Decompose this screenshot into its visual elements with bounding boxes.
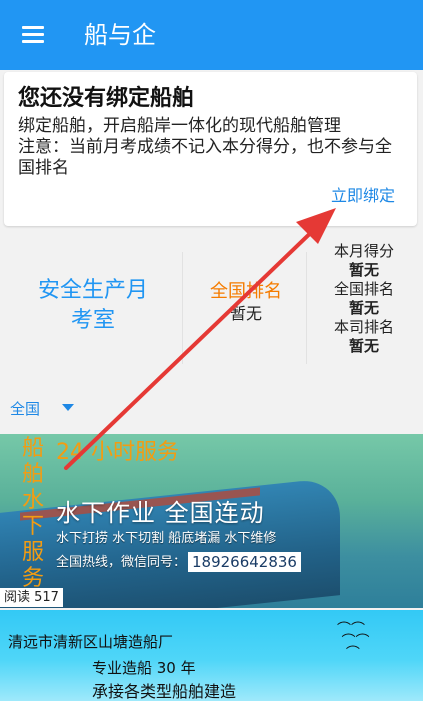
card-title: 您还没有绑定船舶	[18, 86, 195, 111]
divider	[306, 252, 307, 364]
bind-now-link[interactable]: 立即绑定	[331, 182, 395, 206]
shipyard-name: 清远市清新区山塘造船厂	[8, 633, 174, 651]
national-rank-label-2: 全国排名	[333, 280, 394, 298]
app-title: 船与企	[84, 21, 156, 49]
national-rank-value-2: 暂无	[348, 299, 379, 317]
region-filter[interactable]: 全国	[10, 398, 40, 419]
app-bar: 船与企	[0, 0, 423, 70]
shipyard-slogan-2: 承接各类型船舶建造	[92, 682, 237, 701]
national-rank-value: 暂无	[229, 304, 262, 323]
card-description: 绑定船舶，开启船岸一体化的现代船舶管理 注意：当前月考成绩不记入本分得分，也不参…	[18, 116, 392, 178]
banner-phone: 18926642836	[188, 552, 301, 572]
company-rank-value: 暂无	[348, 337, 379, 355]
month-score-label: 本月得分	[333, 242, 394, 260]
birds-decoration: ︵︵ ︵︵ ︵	[337, 612, 370, 652]
score-summary: 本月得分 暂无 全国排名 暂无 本司排名 暂无	[312, 242, 416, 356]
banner-headline: 24 小时服务	[56, 440, 179, 465]
ad-banner-underwater[interactable]: 船舶水下服务 24 小时服务 水下作业 全国连动 水下打捞 水下切割 船底堵漏 …	[0, 434, 423, 608]
banner-main-text: 水下作业 全国连动	[56, 499, 265, 527]
national-rank-block: 全国排名 暂无	[190, 280, 302, 324]
divider	[182, 252, 183, 364]
ad-banner-shipyard[interactable]: ︵︵ ︵︵ ︵ 清远市清新区山塘造船厂 专业造船 30 年 承接各类型船舶建造	[0, 610, 423, 701]
safety-exam-link[interactable]: 安全生产月 考室	[18, 276, 168, 336]
banner-hotline-label: 全国热线，微信同号：	[56, 555, 187, 570]
menu-icon[interactable]	[22, 26, 44, 44]
banner-vertical-text: 船舶水下服务	[22, 436, 45, 591]
read-count-badge: 阅读 517	[0, 588, 63, 607]
chevron-down-icon[interactable]	[62, 404, 74, 411]
company-rank-label: 本司排名	[333, 318, 394, 336]
exam-stats-section: 安全生产月 考室 全国排名 暂无 本月得分 暂无 全国排名 暂无 本司排名 暂无	[0, 236, 423, 384]
banner-services: 水下打捞 水下切割 船底堵漏 水下维修	[56, 531, 277, 546]
national-rank-label: 全国排名	[210, 281, 282, 302]
bind-ship-card: 您还没有绑定船舶 绑定船舶，开启船岸一体化的现代船舶管理 注意：当前月考成绩不记…	[4, 72, 417, 226]
shipyard-slogan-1: 专业造船 30 年	[92, 659, 196, 677]
month-score-value: 暂无	[348, 261, 379, 279]
